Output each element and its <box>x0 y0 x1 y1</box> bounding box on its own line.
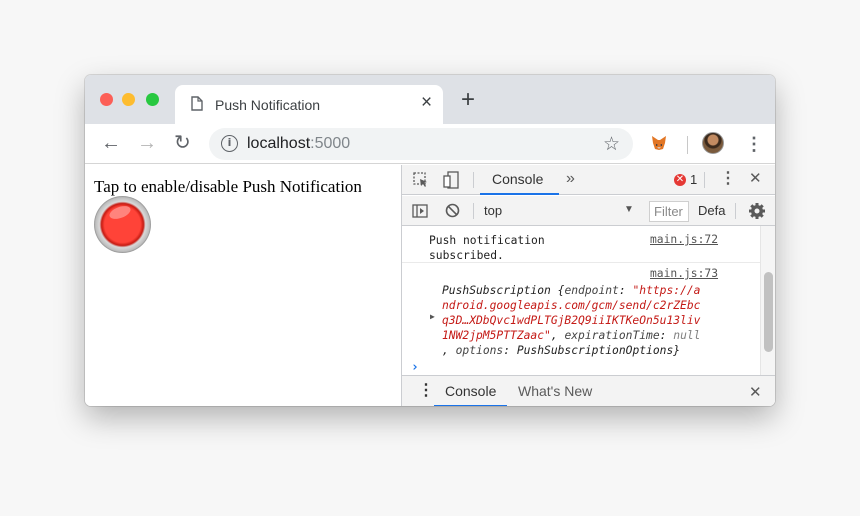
devtools-drawer: ⋮ Console What's New ✕ <box>402 375 775 406</box>
error-icon[interactable]: ✕ <box>674 174 686 186</box>
console-prompt-icon[interactable]: › <box>411 360 419 375</box>
devtools-divider <box>704 172 705 188</box>
bookmark-star-icon[interactable]: ☆ <box>603 133 620 156</box>
devtools-panel: Console » ✕ 1 ⋮ ✕ top ▼ Filter Defa Push… <box>401 165 775 406</box>
tab-title: Push Notification <box>215 97 321 113</box>
console-message-text: Push notification subscribed. <box>429 234 545 262</box>
address-bar[interactable]: i localhost:5000 ☆ <box>209 128 633 160</box>
devtools-tab-bar: Console » ✕ 1 ⋮ ✕ <box>402 165 775 195</box>
key-expiration: expirationTime <box>564 329 660 342</box>
console-toolbar: top ▼ Filter Defa <box>402 196 775 226</box>
value-endpoint-3: q3D…XDbQvc1wdPLTGjB2Q9iiIKTKeOn5u13liv <box>442 314 701 327</box>
browser-tab[interactable]: Push Notification × <box>175 85 443 124</box>
gear-icon[interactable] <box>748 202 766 220</box>
inspect-element-icon[interactable] <box>413 172 429 188</box>
url-port: :5000 <box>310 135 351 152</box>
info-icon[interactable]: i <box>221 135 238 152</box>
value-endpoint-2: ndroid.googleapis.com/gcm/send/c2rZEbc <box>442 299 701 312</box>
push-toggle-button[interactable] <box>94 196 151 253</box>
page-content: Tap to enable/disable Push Notification <box>85 165 401 406</box>
source-link[interactable]: main.js:72 <box>650 233 718 246</box>
error-count[interactable]: 1 <box>690 172 697 187</box>
log-levels-dropdown[interactable]: Defa <box>698 203 725 218</box>
chevron-down-icon[interactable]: ▼ <box>624 204 634 215</box>
drawer-tab-whats-new[interactable]: What's New <box>518 383 592 399</box>
minimize-window-button[interactable] <box>122 93 135 106</box>
key-endpoint: endpoint <box>564 284 619 297</box>
reload-icon[interactable]: ↻ <box>174 132 191 154</box>
devtools-menu-icon[interactable]: ⋮ <box>720 171 736 187</box>
drawer-menu-icon[interactable]: ⋮ <box>418 382 434 400</box>
url-host: localhost <box>247 135 311 152</box>
devtools-divider <box>473 203 474 219</box>
console-message: Push notification subscribed. main.js:72 <box>402 230 760 263</box>
new-tab-button[interactable]: + <box>461 88 475 112</box>
devtools-divider <box>473 172 474 188</box>
maximize-window-button[interactable] <box>146 93 159 106</box>
tab-close-icon[interactable]: × <box>421 93 432 113</box>
browser-window: Push Notification × + ← → ↻ i localhost:… <box>85 75 775 406</box>
push-subscription-object[interactable]: PushSubscription {endpoint: "https://a n… <box>442 283 700 358</box>
devtools-close-icon[interactable]: ✕ <box>749 171 762 187</box>
source-link[interactable]: main.js:73 <box>650 267 718 280</box>
context-selector[interactable]: top <box>484 203 502 218</box>
scrollbar-thumb[interactable] <box>764 272 773 352</box>
value-endpoint-4: 1NW2jpM5PTTZaac" <box>442 329 551 342</box>
browser-toolbar: ← → ↻ i localhost:5000 ☆ ⋮ <box>85 124 775 164</box>
show-sidebar-icon[interactable] <box>412 204 428 218</box>
key-options: options <box>455 344 504 357</box>
forward-icon[interactable]: → <box>137 132 157 154</box>
value-endpoint-1: "https://a <box>632 284 701 297</box>
value-options: PushSubscriptionOptions} <box>516 344 681 357</box>
tab-console[interactable]: Console <box>492 171 543 187</box>
tab-bar: Push Notification × + <box>85 75 775 124</box>
console-output: Push notification subscribed. main.js:72… <box>402 226 760 376</box>
url-text[interactable]: localhost:5000 <box>247 135 350 153</box>
console-scrollbar[interactable] <box>760 226 775 376</box>
active-tab-indicator <box>480 193 559 195</box>
drawer-tab-console[interactable]: Console <box>445 383 496 399</box>
drawer-close-icon[interactable]: ✕ <box>749 383 762 401</box>
console-message: main.js:73 ▶ PushSubscription {endpoint:… <box>402 266 760 357</box>
more-tabs-icon[interactable]: » <box>566 171 575 187</box>
close-window-button[interactable] <box>100 93 113 106</box>
devtools-divider <box>735 203 736 219</box>
clear-console-icon[interactable] <box>445 203 460 218</box>
page-icon <box>191 96 203 111</box>
profile-avatar[interactable] <box>702 132 724 154</box>
object-prefix: PushSubscription { <box>442 284 565 297</box>
expand-triangle-icon[interactable]: ▶ <box>430 312 435 321</box>
filter-input[interactable]: Filter <box>649 201 689 222</box>
toolbar-separator <box>687 136 688 154</box>
device-toolbar-icon[interactable] <box>443 171 459 189</box>
page-headline: Tap to enable/disable Push Notification <box>94 177 362 196</box>
back-icon[interactable]: ← <box>101 132 121 154</box>
drawer-active-indicator <box>434 405 507 406</box>
value-expiration: null <box>673 329 701 342</box>
browser-menu-icon[interactable]: ⋮ <box>745 133 763 155</box>
metamask-fox-icon[interactable] <box>651 135 667 151</box>
